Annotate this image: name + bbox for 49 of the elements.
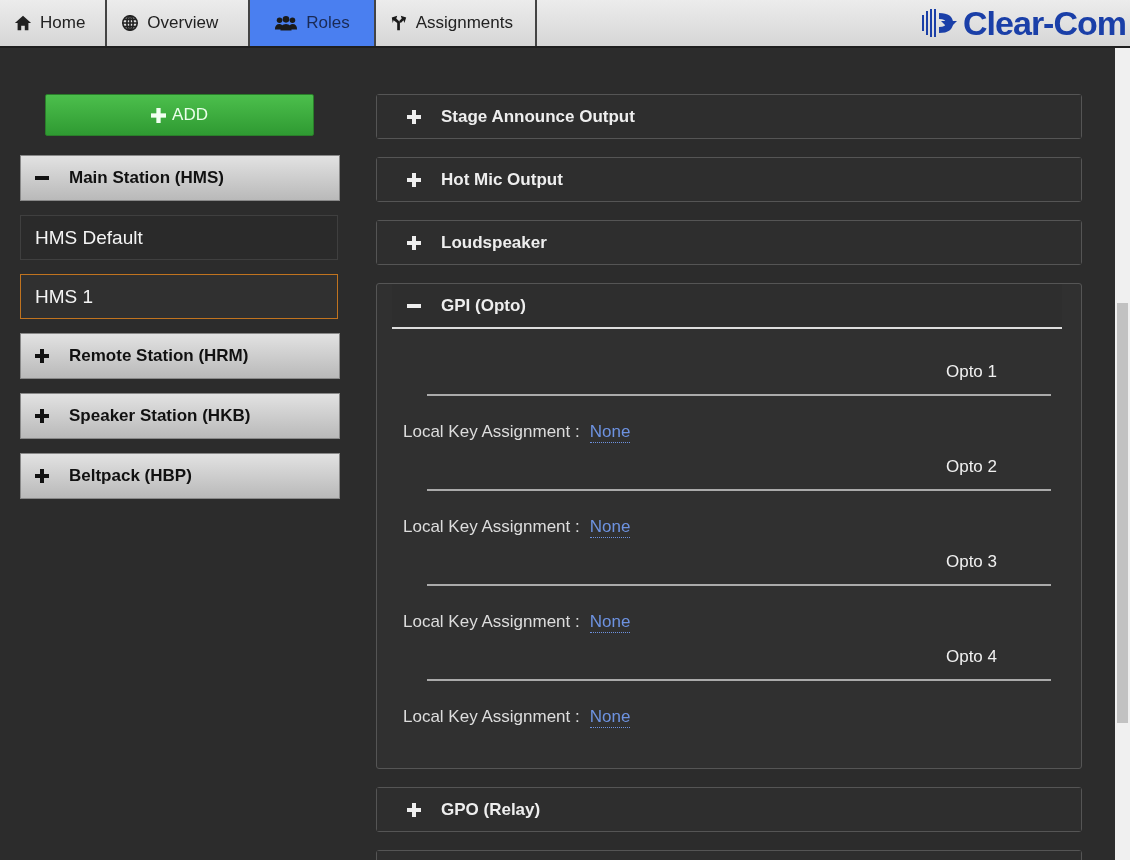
logo-icon bbox=[919, 7, 960, 39]
plus-icon bbox=[35, 409, 49, 423]
panel-header[interactable]: Loudspeaker bbox=[376, 220, 1082, 265]
opto-name: Opto 4 bbox=[427, 647, 1051, 681]
nav-tab[interactable]: Roles bbox=[250, 0, 376, 46]
group-label: Speaker Station (HKB) bbox=[69, 406, 251, 426]
plus-icon bbox=[407, 109, 421, 124]
home-icon bbox=[14, 14, 32, 32]
assignment-link[interactable]: None bbox=[589, 612, 631, 633]
panel-title: GPI (Opto) bbox=[441, 295, 526, 316]
people-icon bbox=[274, 14, 299, 32]
group-header[interactable]: Main Station (HMS) bbox=[20, 155, 340, 201]
panel-header[interactable]: Stage Announce Output bbox=[376, 94, 1082, 139]
opto-name: Opto 1 bbox=[427, 362, 1051, 396]
role-item[interactable]: HMS Default bbox=[20, 215, 338, 260]
plus-icon bbox=[35, 349, 49, 363]
nav-tab[interactable]: Home bbox=[0, 0, 108, 46]
plus-icon bbox=[407, 802, 421, 817]
group-label: Beltpack (HBP) bbox=[69, 466, 192, 486]
nav-tab[interactable]: Assignments bbox=[375, 0, 537, 46]
assignment-link[interactable]: None bbox=[589, 517, 631, 538]
group-label: Main Station (HMS) bbox=[69, 168, 224, 188]
plus-icon bbox=[35, 469, 49, 483]
plus-icon bbox=[407, 172, 421, 187]
panel-header[interactable]: GPO (Relay) bbox=[376, 787, 1082, 832]
panel-title: Loudspeaker bbox=[441, 232, 547, 253]
group-label: Remote Station (HRM) bbox=[69, 346, 249, 366]
assignment-label: Local Key Assignment : bbox=[403, 612, 580, 633]
panel-header[interactable]: Hot Mic Output bbox=[376, 157, 1082, 202]
group-header[interactable]: Speaker Station (HKB) bbox=[20, 393, 340, 439]
logo-text: Clear-Com bbox=[963, 3, 1126, 43]
scrollbar[interactable] bbox=[1115, 48, 1130, 860]
panel-title: GPO (Relay) bbox=[441, 799, 541, 820]
assignment-label: Local Key Assignment : bbox=[403, 707, 580, 728]
opto-name: Opto 2 bbox=[427, 457, 1051, 491]
globe-icon bbox=[121, 14, 140, 32]
plus-icon bbox=[407, 235, 421, 250]
split-arrows-icon bbox=[389, 14, 408, 32]
assignment-label: Local Key Assignment : bbox=[403, 517, 580, 538]
assignment-link[interactable]: None bbox=[589, 422, 631, 443]
assignment-link[interactable]: None bbox=[589, 707, 631, 728]
role-item[interactable]: HMS 1 bbox=[20, 274, 338, 319]
assignment-label: Local Key Assignment : bbox=[403, 422, 580, 443]
group-header[interactable]: Remote Station (HRM) bbox=[20, 333, 340, 379]
opto-name: Opto 3 bbox=[427, 552, 1051, 586]
panel-title: Stage Announce Output bbox=[441, 106, 635, 127]
group-header[interactable]: Beltpack (HBP) bbox=[20, 453, 340, 499]
plus-icon bbox=[151, 107, 167, 123]
panel-title: Hot Mic Output bbox=[441, 169, 563, 190]
